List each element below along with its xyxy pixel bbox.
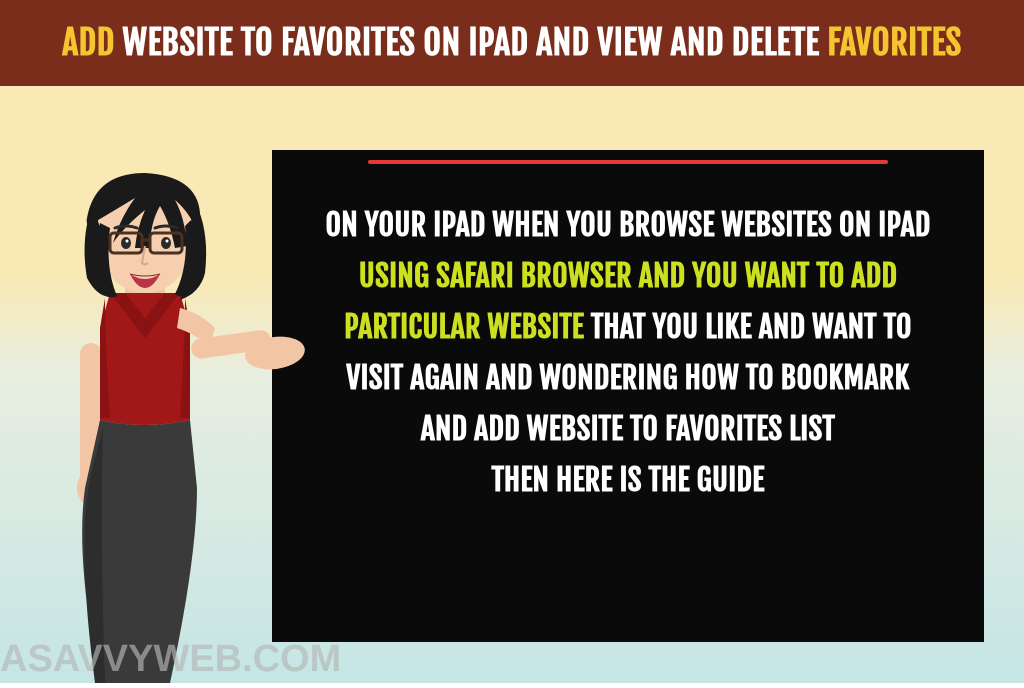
content-line-5: AND ADD WEBSITE TO FAVORITES LIST: [421, 411, 836, 448]
content-line-3c: THAT YOU LIKE AND WANT TO: [591, 309, 912, 346]
accent-divider: [368, 160, 888, 164]
content-line-6: THEN HERE IS THE GUIDE: [491, 462, 764, 499]
header-word-middle: WEBSITE TO FAVORITES ON IPAD AND VIEW AN…: [123, 22, 820, 64]
header-banner: ADD WEBSITE TO FAVORITES ON IPAD AND VIE…: [0, 0, 1024, 86]
header-word-add: ADD: [62, 22, 114, 64]
content-line-1: ON YOUR IPAD WHEN YOU BROWSE WEBSITES ON…: [325, 207, 930, 244]
content-text-block: ON YOUR IPAD WHEN YOU BROWSE WEBSITES ON…: [302, 200, 954, 506]
site-watermark: ASAVVYWEB.COM: [0, 638, 341, 681]
presenter-illustration: [5, 128, 315, 683]
content-line-2: USING SAFARI BROWSER AND YOU WANT TO ADD: [359, 258, 897, 295]
content-line-3a: PARTICULAR WEBSITE: [344, 309, 584, 346]
content-panel: ON YOUR IPAD WHEN YOU BROWSE WEBSITES ON…: [272, 150, 984, 642]
header-word-favorites: FAVORITES: [827, 22, 961, 64]
content-line-4: VISIT AGAIN AND WONDERING HOW TO BOOKMAR…: [346, 360, 909, 397]
